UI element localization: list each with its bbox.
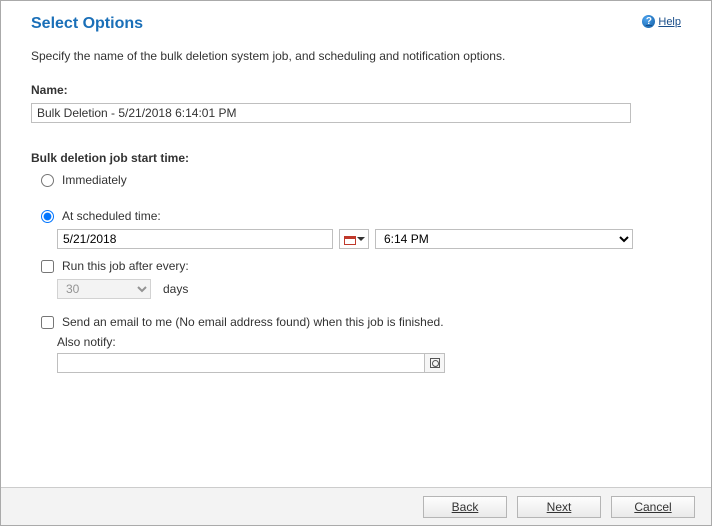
- help-link-label: Help: [658, 16, 681, 28]
- email-checkbox[interactable]: [41, 316, 54, 329]
- email-label: Send an email to me (No email address fo…: [62, 315, 444, 329]
- dialog-body: Specify the name of the bulk deletion sy…: [1, 41, 711, 373]
- dialog-header: Select Options ? Help: [1, 1, 711, 41]
- scheduled-radio[interactable]: [41, 210, 54, 223]
- time-select[interactable]: 6:14 PM: [375, 229, 633, 249]
- scheduled-label: At scheduled time:: [62, 209, 161, 223]
- cancel-button[interactable]: Cancel: [611, 496, 695, 518]
- chevron-down-icon: [357, 237, 365, 241]
- immediately-radio[interactable]: [41, 174, 54, 187]
- description-text: Specify the name of the bulk deletion sy…: [31, 49, 681, 63]
- recurrence-value-row: 30 days: [57, 279, 681, 299]
- lookup-icon: [430, 358, 440, 368]
- back-button[interactable]: Back: [423, 496, 507, 518]
- option-scheduled: At scheduled time:: [41, 209, 681, 223]
- lookup-button[interactable]: [424, 354, 444, 372]
- page-title: Select Options: [31, 15, 143, 33]
- immediately-label: Immediately: [62, 173, 127, 187]
- recurrence-days-select[interactable]: 30: [57, 279, 151, 299]
- cancel-button-label: Cancel: [634, 500, 671, 514]
- also-notify-block: Also notify:: [57, 335, 681, 373]
- also-notify-label: Also notify:: [57, 335, 681, 349]
- start-time-label: Bulk deletion job start time:: [31, 151, 681, 165]
- recurrence-label: Run this job after every:: [62, 259, 189, 273]
- dialog-footer: Back Next Cancel: [1, 487, 711, 525]
- option-recurrence: Run this job after every:: [41, 259, 681, 273]
- also-notify-input[interactable]: [58, 354, 424, 372]
- calendar-button[interactable]: [339, 229, 369, 249]
- help-link[interactable]: ? Help: [642, 15, 681, 28]
- calendar-icon: [344, 234, 356, 245]
- also-notify-lookup: [57, 353, 445, 373]
- option-immediately: Immediately: [41, 173, 681, 187]
- help-icon: ?: [642, 15, 655, 28]
- option-email: Send an email to me (No email address fo…: [41, 315, 681, 329]
- scheduled-datetime-row: 6:14 PM: [57, 229, 681, 249]
- back-button-label: Back: [452, 500, 479, 514]
- select-options-dialog: Select Options ? Help Specify the name o…: [0, 0, 712, 526]
- next-button-label: Next: [547, 500, 572, 514]
- name-input[interactable]: [31, 103, 631, 123]
- recurrence-suffix: days: [163, 282, 188, 296]
- recurrence-checkbox[interactable]: [41, 260, 54, 273]
- name-label: Name:: [31, 83, 681, 97]
- date-input[interactable]: [57, 229, 333, 249]
- next-button[interactable]: Next: [517, 496, 601, 518]
